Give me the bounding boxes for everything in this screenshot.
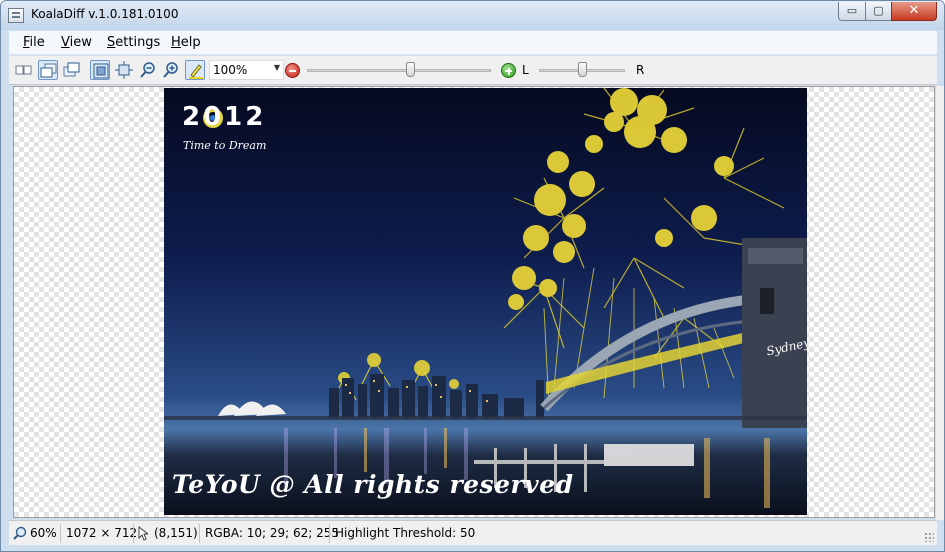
sydney-fireworks-scene	[164, 88, 807, 508]
side-by-side-button[interactable]	[14, 60, 34, 80]
status-separator	[133, 524, 134, 543]
title-bar[interactable]: KoalaDiff v.1.0.181.0100 ▭ ▢ ✕	[1, 1, 944, 30]
overlay-left-icon	[40, 63, 57, 78]
menu-settings[interactable]: Settings	[107, 35, 160, 50]
left-label: L	[522, 63, 529, 77]
status-separator	[329, 524, 330, 543]
chevron-down-icon: ▼	[273, 63, 280, 72]
zoom-status-icon	[13, 526, 27, 540]
image-viewport[interactable]: 2012 Time to Dream Sydney TeYoU @ All ri…	[13, 86, 935, 518]
menu-view[interactable]: View	[61, 35, 92, 50]
right-label: R	[636, 63, 645, 77]
overlay-right-button[interactable]	[62, 60, 82, 80]
maximize-button[interactable]: ▢	[865, 2, 892, 21]
overlay-right-icon	[63, 62, 80, 77]
status-rgba: RGBA: 10; 29; 62; 255	[205, 526, 340, 540]
vertical-gutter	[936, 86, 944, 520]
watermark-text: TeYoU @ All rights reserved	[172, 470, 574, 499]
close-button[interactable]: ✕	[891, 2, 937, 21]
actual-size-button[interactable]	[114, 60, 134, 80]
decrease-threshold-button[interactable]	[285, 63, 300, 78]
actual-size-icon	[115, 61, 133, 79]
zoom-in-button[interactable]	[161, 60, 181, 80]
side-by-side-icon	[15, 65, 32, 75]
increase-threshold-button[interactable]	[501, 63, 516, 78]
logo-year: 2012	[182, 102, 267, 132]
status-bar: 60% 1072 × 712 (8,151) RGBA: 10; 29; 62;…	[9, 520, 937, 545]
window-title: KoalaDiff v.1.0.181.0100	[31, 7, 179, 21]
status-dimensions: 1072 × 712	[66, 526, 138, 540]
highlight-button[interactable]	[185, 60, 205, 80]
zoom-out-button[interactable]	[138, 60, 158, 80]
status-cursor-position: (8,151)	[154, 526, 198, 540]
cursor-icon	[138, 526, 148, 541]
status-zoom: 60%	[30, 526, 57, 540]
fit-to-window-button[interactable]	[90, 60, 110, 80]
threshold-slider-track[interactable]	[307, 69, 491, 72]
overlay-left-button[interactable]	[38, 60, 58, 80]
threshold-slider-thumb[interactable]	[406, 62, 416, 77]
toolbar: 100% ▼ L R	[9, 56, 937, 85]
zoom-combo[interactable]: 100% ▼	[209, 60, 284, 80]
fit-to-window-icon	[93, 63, 109, 79]
compared-image: 2012 Time to Dream Sydney TeYoU @ All ri…	[164, 88, 807, 515]
menu-bar: File View Settings Help	[9, 31, 937, 55]
logo-subtitle: Time to Dream	[183, 139, 267, 152]
minimize-button[interactable]: ▭	[838, 2, 866, 21]
resize-grip[interactable]	[924, 532, 934, 542]
lr-slider-thumb[interactable]	[578, 62, 587, 77]
status-threshold: Highlight Threshold: 50	[335, 526, 476, 540]
zoom-combo-value: 100%	[213, 63, 248, 77]
highlight-icon	[189, 64, 203, 79]
menu-help[interactable]: Help	[171, 35, 201, 50]
status-separator	[199, 524, 200, 543]
zoom-out-icon	[140, 62, 155, 78]
zoom-in-icon	[163, 62, 178, 78]
menu-file[interactable]: File	[23, 35, 45, 50]
app-window: KoalaDiff v.1.0.181.0100 ▭ ▢ ✕ File View…	[0, 0, 945, 552]
app-icon	[8, 8, 24, 23]
status-separator	[60, 524, 61, 543]
